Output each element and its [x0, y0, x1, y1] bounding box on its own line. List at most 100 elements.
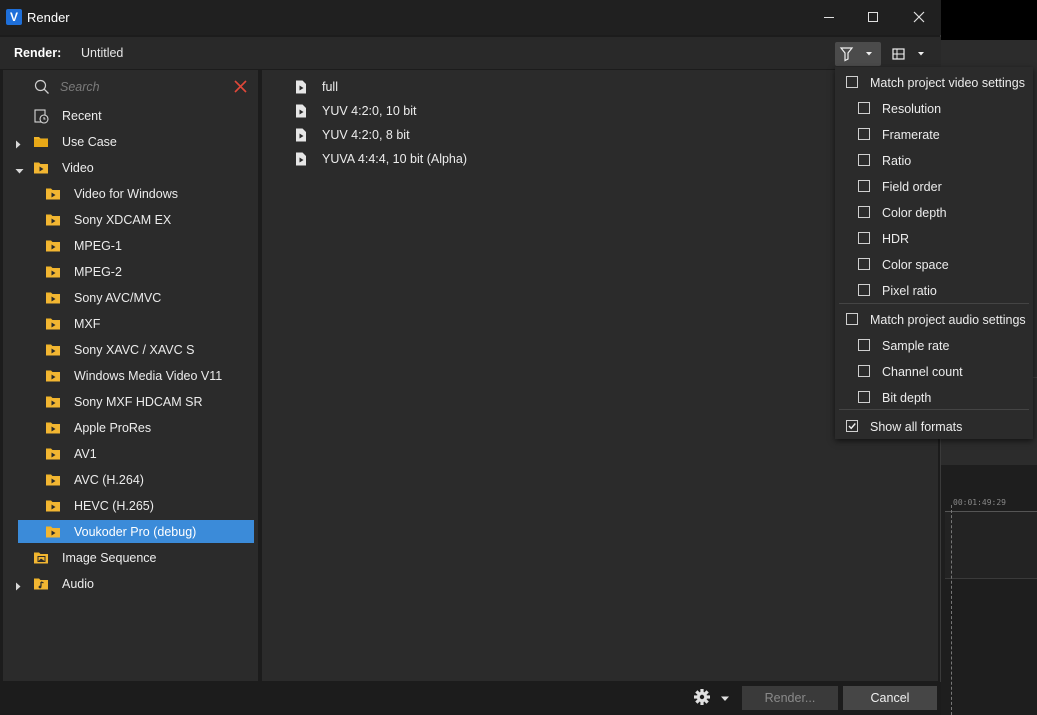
checkbox[interactable] — [858, 339, 870, 351]
format-item[interactable]: YUV 4:2:0, 10 bit — [262, 100, 762, 122]
filter-option-label: Sample rate — [882, 339, 950, 353]
chevron-right-icon[interactable] — [15, 138, 22, 152]
settings-gear-icon[interactable] — [693, 688, 711, 706]
preset-file-icon — [295, 80, 307, 97]
filter-option[interactable]: Pixel ratio — [835, 278, 1033, 302]
filter-option-label: Match project audio settings — [870, 313, 1026, 327]
tree-item[interactable]: Video for Windows — [18, 182, 254, 205]
recent-icon — [33, 108, 49, 127]
tree-item[interactable]: Video — [15, 156, 254, 179]
filter-menu: Match project video settings Resolution Fr… — [835, 67, 1033, 439]
filter-option[interactable]: Channel count — [835, 359, 1033, 383]
settings-dropdown-icon[interactable] — [720, 696, 730, 702]
video-folder-icon — [33, 160, 50, 178]
format-item-label: YUV 4:2:0, 10 bit — [322, 104, 417, 118]
checkbox-checked[interactable] — [846, 420, 858, 432]
tree-item-label: AV1 — [74, 447, 97, 461]
filter-option-label: Pixel ratio — [882, 284, 937, 298]
checkbox[interactable] — [846, 76, 858, 88]
filter-option[interactable]: Bit depth — [835, 385, 1033, 409]
filter-option[interactable]: Show all formats — [835, 414, 1033, 438]
checkbox[interactable] — [846, 313, 858, 325]
checkbox[interactable] — [858, 128, 870, 140]
checkbox[interactable] — [858, 258, 870, 270]
video-folder-icon — [45, 290, 62, 308]
filter-option[interactable]: Framerate — [835, 122, 1033, 146]
tree-item[interactable]: Voukoder Pro (debug) — [18, 520, 254, 543]
format-item[interactable]: YUV 4:2:0, 8 bit — [262, 124, 762, 146]
tree-item[interactable]: Sony XDCAM EX — [18, 208, 254, 231]
format-item-label: full — [322, 80, 338, 94]
tree-item[interactable]: Apple ProRes — [18, 416, 254, 439]
tree-item[interactable]: Sony XAVC / XAVC S — [18, 338, 254, 361]
tree-item-label: Audio — [62, 577, 94, 591]
preset-file-icon — [295, 128, 307, 145]
tree-item[interactable]: Image Sequence — [18, 546, 254, 569]
checkbox[interactable] — [858, 180, 870, 192]
filter-option[interactable]: Color depth — [835, 200, 1033, 224]
video-folder-icon — [45, 342, 62, 360]
filter-option[interactable]: Match project audio settings — [835, 307, 1033, 331]
filter-button[interactable] — [835, 42, 881, 66]
checkbox[interactable] — [858, 284, 870, 296]
tree-item[interactable]: Sony MXF HDCAM SR — [18, 390, 254, 413]
close-button[interactable] — [896, 0, 942, 35]
tree-item[interactable]: Sony AVC/MVC — [18, 286, 254, 309]
format-item-label: YUV 4:2:0, 8 bit — [322, 128, 410, 142]
clear-search-icon[interactable] — [234, 80, 247, 93]
video-folder-icon — [45, 498, 62, 516]
preset-file-icon — [295, 152, 307, 169]
tree-item[interactable]: AVC (H.264) — [18, 468, 254, 491]
tree-item[interactable]: HEVC (H.265) — [18, 494, 254, 517]
filter-option[interactable]: Field order — [835, 174, 1033, 198]
tree-item-label: Apple ProRes — [74, 421, 152, 435]
title-bar: V Render — [0, 0, 941, 35]
filter-option[interactable]: Color space — [835, 252, 1033, 276]
image-folder-icon — [33, 550, 50, 568]
tree-item-label: Sony XAVC / XAVC S — [74, 343, 195, 357]
filter-option-label: Bit depth — [882, 391, 932, 405]
maximize-button[interactable] — [850, 0, 896, 35]
tree-item-label: Video — [62, 161, 94, 175]
tree-item-label: Sony AVC/MVC — [74, 291, 162, 305]
checkbox[interactable] — [858, 365, 870, 377]
tree-item-label: MXF — [74, 317, 101, 331]
format-item[interactable]: YUVA 4:4:4, 10 bit (Alpha) — [262, 148, 762, 170]
checkbox[interactable] — [858, 154, 870, 166]
tree-item[interactable]: MXF — [18, 312, 254, 335]
tree-item-label: Voukoder Pro (debug) — [74, 525, 197, 539]
checkbox[interactable] — [858, 232, 870, 244]
filter-option[interactable]: Resolution — [835, 96, 1033, 120]
minimize-button[interactable] — [806, 0, 852, 35]
video-folder-icon — [45, 394, 62, 412]
render-name[interactable]: Untitled — [81, 46, 123, 60]
filter-option[interactable]: Match project video settings — [835, 70, 1033, 94]
checkbox[interactable] — [858, 102, 870, 114]
tree-item[interactable]: Audio — [15, 572, 254, 595]
tree-item[interactable]: Use Case — [15, 130, 254, 153]
filter-option[interactable]: Sample rate — [835, 333, 1033, 357]
tree-item[interactable]: AV1 — [18, 442, 254, 465]
search-input[interactable] — [60, 77, 220, 97]
chevron-right-icon[interactable] — [15, 580, 22, 594]
tree-item[interactable]: MPEG-2 — [18, 260, 254, 283]
tree-item[interactable]: Windows Media Video V11 — [18, 364, 254, 387]
checkbox[interactable] — [858, 206, 870, 218]
menu-separator — [839, 409, 1029, 410]
view-mode-button[interactable] — [887, 42, 933, 66]
tree-item-label: HEVC (H.265) — [74, 499, 154, 513]
tree-item[interactable]: Recent — [18, 104, 254, 127]
checkbox[interactable] — [858, 391, 870, 403]
video-folder-icon — [45, 316, 62, 334]
filter-option[interactable]: HDR — [835, 226, 1033, 250]
render-button[interactable]: Render... — [742, 686, 838, 710]
render-dialog: V Render Render: Untitled Search Recent … — [0, 0, 941, 713]
format-item[interactable]: full — [262, 76, 762, 98]
tree-item-label: AVC (H.264) — [74, 473, 144, 487]
filter-option[interactable]: Ratio — [835, 148, 1033, 172]
tree-item-label: Video for Windows — [74, 187, 178, 201]
maximize-icon — [868, 12, 878, 22]
cancel-button[interactable]: Cancel — [843, 686, 937, 710]
tree-item[interactable]: MPEG-1 — [18, 234, 254, 257]
chevron-down-icon[interactable] — [15, 164, 24, 178]
